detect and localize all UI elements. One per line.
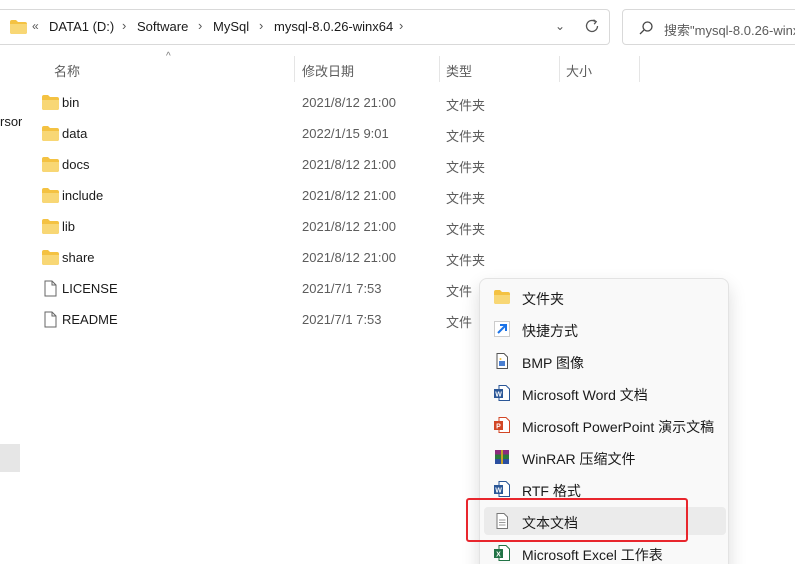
refresh-icon[interactable] xyxy=(583,17,601,35)
file-type: 文件夹 xyxy=(446,191,486,206)
search-icon xyxy=(639,21,653,35)
annotation-highlight-box xyxy=(466,498,688,542)
column-header-type[interactable]: 类型 xyxy=(446,61,472,80)
folder-icon xyxy=(494,290,510,304)
file-type: 文件夹 xyxy=(446,222,486,237)
column-header-modified[interactable]: 修改日期 xyxy=(302,61,354,80)
breadcrumb-drive[interactable]: DATA1 (D:) xyxy=(49,19,114,34)
file-row[interactable]: lib 2021/8/12 21:00 文件夹 xyxy=(36,211,596,242)
address-bar[interactable]: « DATA1 (D:) › Software › MySql › mysql-… xyxy=(0,9,610,45)
sort-ascending-icon: ^ xyxy=(166,51,171,62)
folder-icon xyxy=(42,126,59,141)
menu-item-new-powerpoint[interactable]: P Microsoft PowerPoint 演示文稿 xyxy=(484,411,726,439)
column-header-name[interactable]: 名称 xyxy=(54,61,80,80)
breadcrumb-separator[interactable]: › xyxy=(399,18,403,33)
menu-item-label: 文件夹 xyxy=(522,291,564,307)
menu-item-new-folder[interactable]: 文件夹 xyxy=(484,283,726,311)
menu-item-new-shortcut[interactable]: 快捷方式 xyxy=(484,315,726,343)
bmp-image-icon xyxy=(496,353,508,369)
file-name: docs xyxy=(62,157,90,172)
file-name: data xyxy=(62,126,88,141)
column-divider[interactable] xyxy=(439,56,440,82)
svg-text:X: X xyxy=(496,552,501,559)
menu-item-label: Microsoft Excel 工作表 xyxy=(522,547,663,563)
file-modified-date: 2021/7/1 7:53 xyxy=(302,312,382,327)
nav-pane-item[interactable]: rsor xyxy=(0,114,22,129)
folder-icon xyxy=(10,20,27,34)
file-type: 文件 xyxy=(446,315,473,330)
column-divider[interactable] xyxy=(294,56,295,82)
file-name: lib xyxy=(62,219,76,234)
folder-icon xyxy=(42,157,59,172)
breadcrumb-current-folder[interactable]: mysql-8.0.26-winx64 xyxy=(274,19,393,34)
menu-item-label: 快捷方式 xyxy=(522,323,578,339)
file-modified-date: 2021/7/1 7:53 xyxy=(302,281,382,296)
search-box[interactable]: 搜索"mysql-8.0.26-winx64" xyxy=(622,9,795,45)
file-modified-date: 2021/8/12 21:00 xyxy=(302,219,396,234)
file-icon xyxy=(44,311,57,328)
breadcrumb-mysql[interactable]: MySql xyxy=(213,19,249,34)
breadcrumb-separator[interactable]: › xyxy=(122,18,126,33)
svg-text:W: W xyxy=(495,392,502,399)
file-modified-date: 2021/8/12 21:00 xyxy=(302,188,396,203)
folder-icon xyxy=(42,95,59,110)
excel-icon: X xyxy=(494,545,510,561)
file-row[interactable]: bin 2021/8/12 21:00 文件夹 xyxy=(36,87,596,118)
svg-text:P: P xyxy=(496,424,501,431)
file-name: share xyxy=(62,250,95,265)
menu-item-new-excel-worksheet[interactable]: X Microsoft Excel 工作表 xyxy=(484,539,726,564)
file-row[interactable]: share 2021/8/12 21:00 文件夹 xyxy=(36,242,596,273)
file-icon xyxy=(44,280,57,297)
file-row[interactable]: data 2022/1/15 9:01 文件夹 xyxy=(36,118,596,149)
nav-pane-selected-item[interactable] xyxy=(0,444,20,472)
file-type: 文件 xyxy=(446,284,473,299)
file-modified-date: 2021/8/12 21:00 xyxy=(302,250,396,265)
file-name: bin xyxy=(62,95,80,110)
svg-text:W: W xyxy=(495,488,502,495)
menu-item-label: Microsoft Word 文档 xyxy=(522,387,648,403)
address-history-dropdown[interactable]: ⌄ xyxy=(555,19,565,33)
column-divider[interactable] xyxy=(639,56,640,82)
file-modified-date: 2021/8/12 21:00 xyxy=(302,157,396,172)
breadcrumb-separator[interactable]: › xyxy=(259,18,263,33)
winrar-icon xyxy=(495,450,509,464)
menu-item-new-bmp-image[interactable]: BMP 图像 xyxy=(484,347,726,375)
breadcrumb-software[interactable]: Software xyxy=(137,19,188,34)
powerpoint-icon: P xyxy=(494,417,510,433)
file-modified-date: 2022/1/15 9:01 xyxy=(302,126,389,141)
breadcrumb-separator[interactable]: › xyxy=(198,18,202,33)
column-divider[interactable] xyxy=(559,56,560,82)
file-row[interactable]: docs 2021/8/12 21:00 文件夹 xyxy=(36,149,596,180)
shortcut-icon xyxy=(494,321,510,337)
file-type: 文件夹 xyxy=(446,253,486,268)
word-icon: W xyxy=(494,385,510,401)
rtf-icon: W xyxy=(494,481,510,497)
overflow-chevron[interactable]: « xyxy=(32,19,39,33)
file-name: README xyxy=(62,312,118,327)
menu-item-label: BMP 图像 xyxy=(522,355,584,371)
menu-item-label: WinRAR 压缩文件 xyxy=(522,451,636,467)
file-row[interactable]: include 2021/8/12 21:00 文件夹 xyxy=(36,180,596,211)
menu-item-new-word-document[interactable]: W Microsoft Word 文档 xyxy=(484,379,726,407)
folder-icon xyxy=(42,250,59,265)
folder-icon xyxy=(42,188,59,203)
menu-item-label: Microsoft PowerPoint 演示文稿 xyxy=(522,419,715,435)
file-type: 文件夹 xyxy=(446,129,486,144)
file-modified-date: 2021/8/12 21:00 xyxy=(302,95,396,110)
search-input[interactable]: 搜索"mysql-8.0.26-winx64" xyxy=(664,20,795,39)
file-type: 文件夹 xyxy=(446,160,486,175)
file-name: LICENSE xyxy=(62,281,118,296)
folder-icon xyxy=(42,219,59,234)
menu-item-new-winrar-archive[interactable]: WinRAR 压缩文件 xyxy=(484,443,726,471)
file-name: include xyxy=(62,188,104,203)
file-type: 文件夹 xyxy=(446,98,486,113)
column-header-size[interactable]: 大小 xyxy=(566,61,592,80)
